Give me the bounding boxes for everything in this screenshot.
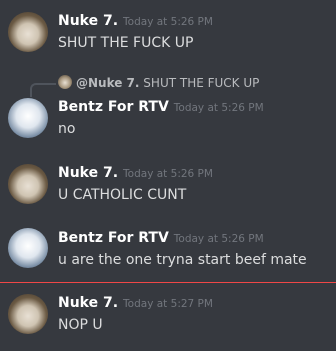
message-content: u are the one tryna start beef mate bbox=[58, 252, 307, 268]
message-content: U CATHOLIC CUNT bbox=[58, 187, 187, 203]
message-content: SHUT THE FUCK UP bbox=[58, 35, 194, 51]
timestamp: Today at 5:27 PM bbox=[123, 298, 213, 310]
reply-avatar bbox=[58, 75, 72, 89]
timestamp: Today at 5:26 PM bbox=[123, 16, 213, 28]
message-content: NOP U bbox=[58, 317, 103, 333]
timestamp: Today at 5:26 PM bbox=[173, 102, 264, 114]
message: Nuke 7. Today at 5:27 PM NOP U bbox=[58, 294, 213, 334]
reply-content: SHUT THE FUCK UP bbox=[143, 76, 260, 90]
author-name[interactable]: Bentz For RTV bbox=[58, 230, 169, 246]
reply-connector bbox=[30, 83, 56, 97]
author-name[interactable]: Nuke 7. bbox=[58, 13, 118, 29]
message: Nuke 7. Today at 5:26 PM SHUT THE FUCK UP bbox=[58, 12, 213, 52]
avatar[interactable] bbox=[8, 294, 48, 334]
avatar[interactable] bbox=[8, 228, 48, 268]
message: Nuke 7. Today at 5:26 PM U CATHOLIC CUNT bbox=[58, 164, 213, 204]
avatar[interactable] bbox=[8, 98, 48, 138]
message: Bentz For RTV Today at 5:26 PM no bbox=[58, 98, 264, 138]
timestamp: Today at 5:26 PM bbox=[173, 233, 264, 245]
new-messages-divider bbox=[0, 282, 336, 283]
author-name[interactable]: Nuke 7. bbox=[58, 165, 118, 181]
timestamp: Today at 5:26 PM bbox=[123, 168, 213, 180]
author-name[interactable]: Bentz For RTV bbox=[58, 99, 169, 115]
message-content: no bbox=[58, 121, 76, 137]
avatar[interactable] bbox=[8, 12, 48, 52]
avatar[interactable] bbox=[8, 164, 48, 204]
author-name[interactable]: Nuke 7. bbox=[58, 295, 118, 311]
reply-preview[interactable]: @Nuke 7. SHUT THE FUCK UP bbox=[58, 75, 259, 91]
reply-author[interactable]: @Nuke 7. bbox=[76, 76, 139, 90]
message: Bentz For RTV Today at 5:26 PM u are the … bbox=[58, 229, 307, 269]
